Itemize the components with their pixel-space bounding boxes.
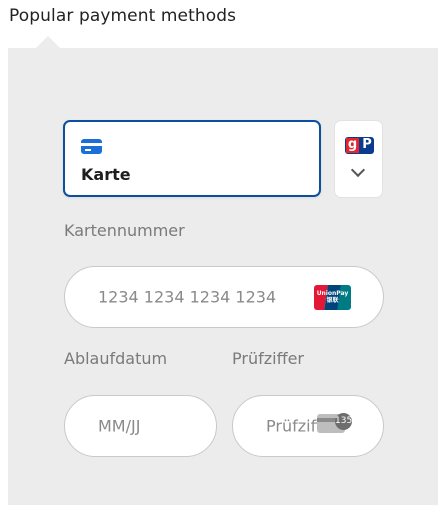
card-number-placeholder: 1234 1234 1234 1234: [98, 287, 277, 307]
expiry-label: Ablaufdatum: [64, 349, 168, 368]
unionpay-logo-icon: UnionPay 银联: [314, 285, 351, 310]
tab-card-label: Karte: [81, 165, 131, 184]
card-number-label: Kartennummer: [64, 221, 185, 240]
more-payment-methods-button[interactable]: g P: [334, 120, 383, 198]
expiry-input[interactable]: MM/JJ: [64, 395, 217, 457]
tab-card[interactable]: Karte: [63, 120, 321, 197]
credit-card-icon: [81, 139, 102, 154]
giropay-logo-icon: g P: [345, 137, 374, 154]
panel-pointer: [36, 36, 60, 48]
chevron-down-icon: [350, 162, 366, 178]
card-number-input[interactable]: 1234 1234 1234 1234 UnionPay 银联: [64, 266, 384, 328]
cvc-badge: 135: [335, 413, 352, 430]
cvc-input[interactable]: Prüfziffer 135: [232, 395, 384, 457]
expiry-placeholder: MM/JJ: [98, 416, 141, 436]
cvc-label: Prüfziffer: [232, 349, 305, 368]
section-heading: Popular payment methods: [9, 6, 237, 26]
